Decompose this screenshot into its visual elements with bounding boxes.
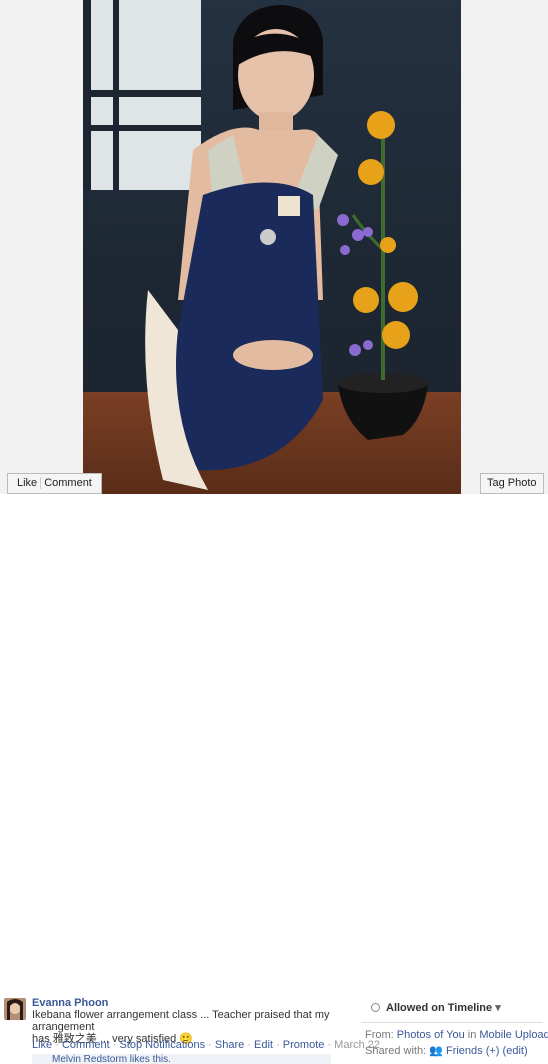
from-in-text: in [467,1029,477,1041]
photo-comment-button[interactable]: Comment [40,477,95,489]
photo-like-button[interactable]: Like [14,477,40,489]
album-link[interactable]: Photos of You [397,1029,465,1041]
avatar[interactable] [4,998,26,1020]
photo-figure [145,5,428,490]
photo-like-comment-bar: Like Comment [7,473,102,494]
friends-icon: 👥 [429,1045,443,1057]
timeline-status[interactable]: Allowed on Timeline ▾ [371,1001,501,1014]
shared-line: Shared with: 👥 Friends (+) (edit) [365,1044,528,1057]
divider [361,1022,543,1023]
chevron-down-icon: ▾ [495,1002,501,1014]
stop-notifications-link[interactable]: Stop Notifications [119,1039,205,1051]
like-link[interactable]: Like [32,1039,52,1051]
caption-line-1: Ikebana flower arrangement class ... Tea… [32,1009,330,1033]
photo-image[interactable] [83,0,461,494]
post-footer: Evanna Phoon Ikebana flower arrangement … [0,494,548,1064]
shared-label: Shared with: [365,1045,427,1057]
likes-text[interactable]: Melvin Redstorm likes this. [52,1054,171,1064]
allowed-label: Allowed on Timeline [386,1002,493,1014]
comment-link[interactable]: Comment [62,1039,110,1051]
share-link[interactable]: Share [215,1039,244,1051]
tag-photo-button[interactable]: Tag Photo [480,473,544,494]
photo-stage: Like Comment Tag Photo [0,0,548,494]
author-name[interactable]: Evanna Phoon [32,997,108,1009]
photo-sidebar: Allowed on Timeline ▾ From: Photos of Yo… [358,988,548,1064]
post-actions: Like · Comment · Stop Notifications · Sh… [32,1039,381,1051]
from-line: From: Photos of You in Mobile Uploads [365,1029,548,1041]
edit-link[interactable]: Edit [254,1039,273,1051]
source-link[interactable]: Mobile Uploads [479,1029,548,1041]
edit-privacy-link[interactable]: (edit) [503,1045,528,1057]
radio-icon [371,1003,380,1012]
from-label: From: [365,1029,394,1041]
audience-link[interactable]: Friends (+) [446,1045,500,1057]
promote-link[interactable]: Promote [283,1039,325,1051]
likes-summary: Melvin Redstorm likes this. [32,1054,331,1064]
